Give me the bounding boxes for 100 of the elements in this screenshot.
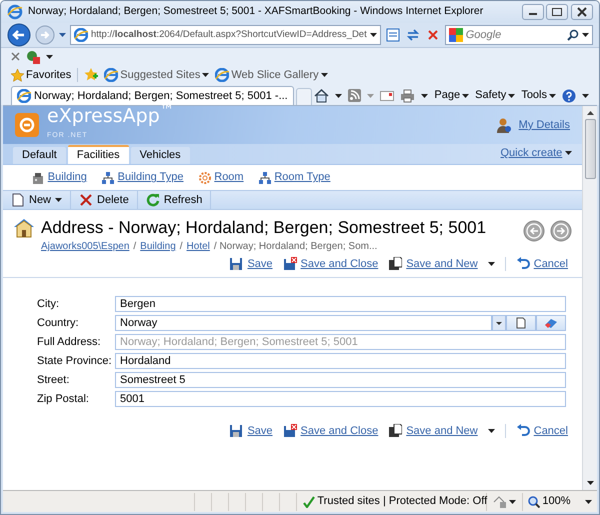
zoom-button[interactable]: 100%: [522, 493, 597, 510]
search-icon[interactable]: [567, 29, 579, 41]
browser-icon: [7, 4, 23, 20]
caret-icon[interactable]: [335, 94, 342, 98]
save-new-icon: [388, 257, 402, 271]
caret-icon[interactable]: [565, 151, 572, 155]
caret-icon[interactable]: [582, 33, 589, 37]
hierarchy-icon: [258, 170, 272, 184]
browser-icon: [215, 68, 230, 82]
breadcrumb-link[interactable]: Hotel: [186, 239, 210, 254]
addon-icon[interactable]: [26, 50, 40, 64]
previous-button[interactable]: [522, 220, 544, 242]
close-icon[interactable]: [11, 52, 20, 61]
minimize-button[interactable]: [522, 4, 544, 20]
eraser-icon: [544, 318, 558, 328]
breadcrumb-link[interactable]: Ajaworks005\Espen: [41, 239, 130, 254]
close-button[interactable]: [571, 4, 593, 20]
search-field[interactable]: Google: [444, 25, 593, 45]
action-link[interactable]: Save: [247, 422, 273, 440]
dropdown-button[interactable]: [492, 315, 506, 331]
clear-button[interactable]: [536, 315, 566, 331]
maximize-button[interactable]: [546, 4, 568, 20]
help-icon[interactable]: [562, 88, 576, 102]
caret-icon[interactable]: [509, 500, 516, 504]
caret-icon[interactable]: [488, 262, 495, 266]
save-new-icon: [388, 424, 402, 438]
field-label: Country:: [37, 316, 80, 331]
nav-link[interactable]: Room: [214, 169, 244, 186]
caret-icon: [320, 73, 328, 77]
refresh-icon[interactable]: [404, 27, 421, 43]
nav-link[interactable]: Building Type: [118, 169, 184, 186]
action-link[interactable]: Save and New: [406, 256, 478, 272]
action-link[interactable]: Save: [247, 256, 273, 272]
mail-icon[interactable]: [380, 90, 394, 100]
command-menu[interactable]: Safety: [475, 87, 516, 104]
scroll-thumb[interactable]: [584, 119, 596, 179]
view-title: Address - Norway; Hordaland; Bergen; Somestreet 5; 5001: [41, 217, 488, 239]
scroll-up-icon: [586, 111, 594, 115]
delete-icon: [79, 193, 94, 207]
input-field[interactable]: Norway: [115, 315, 492, 331]
input-field[interactable]: Somestreet 5: [115, 372, 566, 388]
caret-icon[interactable]: [488, 429, 495, 433]
scroll-down-icon: [586, 481, 594, 485]
nav-link[interactable]: Room Type: [274, 169, 330, 186]
caret-icon[interactable]: [582, 94, 589, 98]
forward-icon[interactable]: [35, 25, 55, 45]
action-link[interactable]: Cancel: [534, 422, 568, 440]
app-tab[interactable]: Vehicles: [130, 147, 190, 164]
save-close-icon: [282, 257, 297, 271]
action-link[interactable]: Save and New: [406, 422, 478, 440]
breadcrumb-text: /: [180, 240, 183, 254]
favorites-button[interactable]: Favorites: [11, 66, 72, 84]
toolbar-button[interactable]: New: [3, 190, 72, 210]
app-tab[interactable]: Facilities: [68, 145, 129, 164]
user-link[interactable]: My Details: [518, 116, 570, 134]
home-icon[interactable]: [314, 88, 330, 102]
nav-link[interactable]: Building: [48, 169, 87, 186]
favorite-link[interactable]: Suggested Sites: [104, 66, 210, 84]
next-button[interactable]: [550, 220, 572, 242]
toolbar-button[interactable]: Delete: [71, 190, 138, 210]
browser-tab[interactable]: Norway; Hordaland; Bergen; Somestreet 5; 5001 -...: [11, 86, 294, 105]
caret-icon: [55, 198, 62, 202]
action-link[interactable]: Save and Close: [300, 256, 378, 272]
app-tab[interactable]: Default: [13, 147, 66, 164]
caret-icon[interactable]: [421, 94, 428, 98]
add-favorite-icon[interactable]: [84, 68, 98, 82]
toolbar-button[interactable]: Refresh: [138, 190, 212, 210]
caret-icon: [549, 94, 556, 98]
zoom-icon: [528, 496, 540, 508]
save-close-icon: [282, 424, 297, 438]
check-icon: [302, 496, 315, 508]
input-field[interactable]: Hordaland: [115, 353, 566, 369]
caret-icon[interactable]: [46, 54, 53, 58]
save-icon: [229, 424, 244, 438]
search-placeholder: Google: [466, 28, 502, 43]
input-field[interactable]: 5001: [115, 391, 566, 407]
quick-create-link[interactable]: Quick create: [500, 144, 562, 162]
hierarchy-icon: [100, 170, 115, 184]
command-menu[interactable]: Page: [434, 87, 470, 104]
refresh-icon: [146, 193, 160, 207]
field-label: City:: [37, 296, 60, 312]
printer-icon[interactable]: [400, 88, 416, 102]
scrollbar[interactable]: [582, 106, 597, 490]
caret-icon[interactable]: [370, 33, 377, 37]
address-field[interactable]: http://localhost:2064/Default.aspx?ShortcutViewID=Address_Det: [70, 25, 381, 45]
command-menu[interactable]: Tools: [521, 87, 556, 104]
feed-icon[interactable]: [348, 89, 362, 102]
action-link[interactable]: Save and Close: [300, 422, 378, 440]
back-icon[interactable]: [7, 23, 31, 47]
browser-icon: [104, 68, 118, 82]
security-zone-text: Trusted sites | Protected Mode: Off: [317, 494, 488, 510]
favorite-link[interactable]: Web Slice Gallery: [215, 66, 328, 84]
browser-icon: [17, 89, 31, 103]
maximize-icon: [550, 7, 564, 17]
new-object-button[interactable]: [506, 315, 536, 331]
user-icon: [496, 118, 511, 132]
breadcrumb-link[interactable]: Building: [140, 239, 176, 254]
input-field[interactable]: Bergen: [115, 296, 566, 312]
action-link[interactable]: Cancel: [534, 256, 568, 272]
gear-icon: [198, 170, 212, 184]
